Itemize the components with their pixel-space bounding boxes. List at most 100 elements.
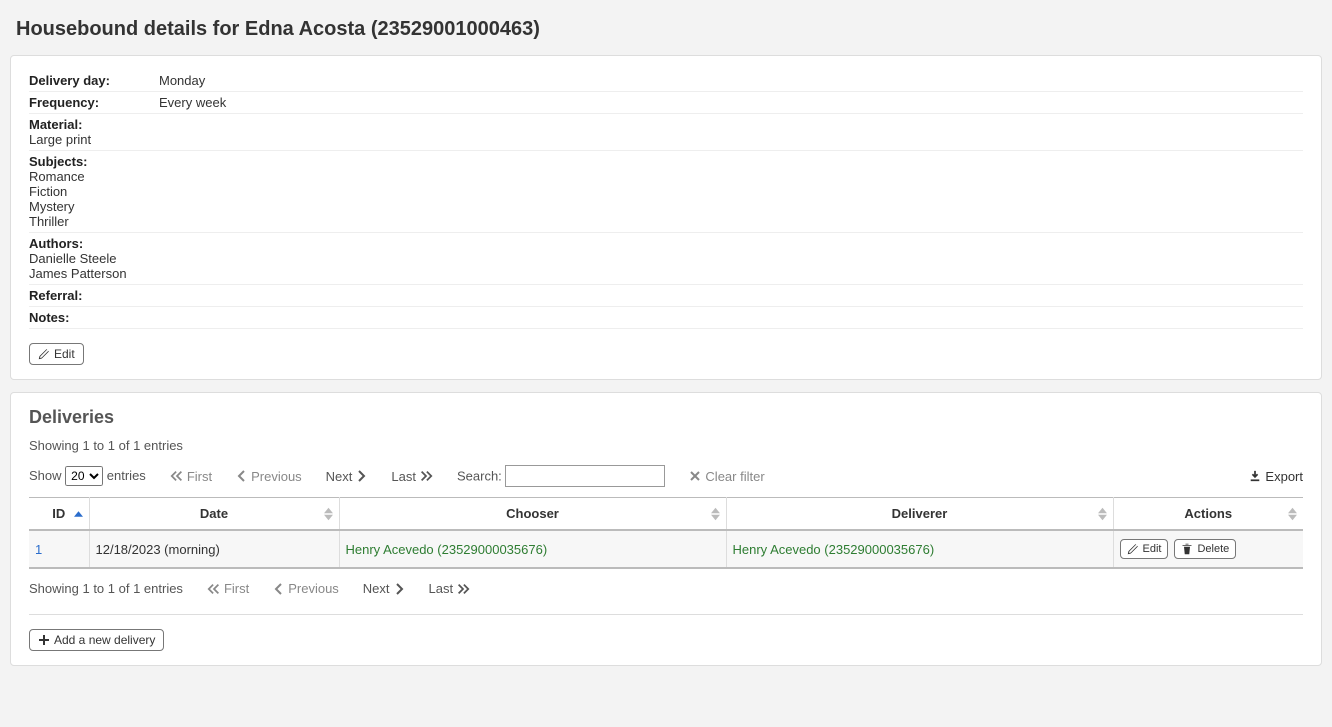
chevron-left-icon (236, 470, 248, 482)
row-delete-label: Delete (1197, 544, 1229, 555)
pager-next-label: Next (326, 469, 353, 484)
detail-row-notes: Notes: (29, 307, 1303, 329)
col-id[interactable]: ID (29, 498, 89, 531)
pencil-icon (1127, 543, 1139, 555)
col-deliverer-label: Deliverer (892, 506, 948, 521)
sort-icon (1288, 507, 1297, 520)
edit-detail-label: Edit (54, 348, 75, 360)
pencil-icon (38, 348, 50, 360)
detail-row-referral: Referral: (29, 285, 1303, 307)
page-length-control: Show 20 entries (29, 466, 146, 486)
page-length-select[interactable]: 20 (65, 466, 103, 486)
showing-entries-bottom: Showing 1 to 1 of 1 entries (29, 581, 183, 596)
col-chooser-label: Chooser (506, 506, 559, 521)
export-button[interactable]: Export (1249, 469, 1303, 484)
deliverer-link[interactable]: Henry Acevedo (23529000035676) (733, 542, 935, 557)
subject-item: Mystery (29, 199, 1303, 214)
author-item: James Patterson (29, 266, 1303, 281)
pager-first-label: First (224, 581, 249, 596)
detail-label: Material: (29, 117, 159, 132)
pager-previous-label: Previous (251, 469, 302, 484)
page-title: Housebound details for Edna Acosta (2352… (16, 18, 1322, 41)
sort-icon (74, 511, 83, 517)
detail-row-subjects: Subjects: Romance Fiction Mystery Thrill… (29, 151, 1303, 233)
chevron-left-icon (273, 583, 285, 595)
pager-previous-label: Previous (288, 581, 339, 596)
show-label-right: entries (107, 468, 146, 483)
export-label: Export (1265, 469, 1303, 484)
search-control: Search: (457, 465, 665, 487)
subject-item: Thriller (29, 214, 1303, 229)
cell-date: 12/18/2023 (morning) (89, 530, 339, 568)
col-date-label: Date (200, 506, 228, 521)
detail-value: Monday (159, 73, 205, 88)
search-input[interactable] (505, 465, 665, 487)
pager-last-bottom[interactable]: Last (429, 581, 471, 596)
add-delivery-label: Add a new delivery (54, 634, 155, 646)
pager-first-bottom[interactable]: First (207, 581, 249, 596)
pager-first[interactable]: First (170, 469, 212, 484)
close-icon (689, 470, 701, 482)
chevron-double-left-icon (170, 470, 184, 482)
divider (29, 614, 1303, 615)
sort-icon (711, 507, 720, 520)
col-chooser[interactable]: Chooser (339, 498, 726, 531)
detail-row-delivery-day: Delivery day: Monday (29, 70, 1303, 92)
detail-row-authors: Authors: Danielle Steele James Patterson (29, 233, 1303, 285)
pager-previous[interactable]: Previous (236, 469, 302, 484)
chevron-right-icon (393, 583, 405, 595)
detail-label: Notes: (29, 310, 159, 325)
pager-last-label: Last (391, 469, 416, 484)
authors-list: Danielle Steele James Patterson (29, 251, 1303, 281)
detail-value: Large print (29, 132, 1303, 147)
pager-previous-bottom[interactable]: Previous (273, 581, 339, 596)
subjects-list: Romance Fiction Mystery Thriller (29, 169, 1303, 229)
show-label-left: Show (29, 468, 62, 483)
detail-label: Subjects: (29, 154, 159, 169)
detail-label: Delivery day: (29, 73, 159, 88)
cell-id[interactable]: 1 (29, 530, 89, 568)
detail-label: Frequency: (29, 95, 159, 110)
pager-last-label: Last (429, 581, 454, 596)
detail-row-material: Material: Large print (29, 114, 1303, 151)
row-edit-button[interactable]: Edit (1120, 539, 1169, 559)
detail-label: Referral: (29, 288, 159, 303)
col-deliverer[interactable]: Deliverer (726, 498, 1113, 531)
download-icon (1249, 470, 1261, 482)
chevron-double-left-icon (207, 583, 221, 595)
plus-icon (38, 634, 50, 646)
col-actions[interactable]: Actions (1113, 498, 1303, 531)
search-label: Search: (457, 469, 502, 484)
table-footer-controls: Showing 1 to 1 of 1 entries First Previo… (29, 581, 1303, 596)
edit-detail-button[interactable]: Edit (29, 343, 84, 365)
pager-last[interactable]: Last (391, 469, 433, 484)
table-controls: Show 20 entries First Previous Next Last… (29, 465, 1303, 487)
col-date[interactable]: Date (89, 498, 339, 531)
row-delete-button[interactable]: Delete (1174, 539, 1236, 559)
clear-filter-label: Clear filter (705, 469, 764, 484)
trash-icon (1181, 543, 1193, 555)
col-id-label: ID (52, 506, 65, 521)
col-actions-label: Actions (1184, 506, 1232, 521)
chevron-double-right-icon (456, 583, 470, 595)
subject-item: Fiction (29, 184, 1303, 199)
sort-icon (324, 507, 333, 520)
pager-first-label: First (187, 469, 212, 484)
sort-icon (1098, 507, 1107, 520)
chooser-link[interactable]: Henry Acevedo (23529000035676) (346, 542, 548, 557)
table-row: 1 12/18/2023 (morning) Henry Acevedo (23… (29, 530, 1303, 568)
row-edit-label: Edit (1143, 544, 1162, 555)
pager-next-bottom[interactable]: Next (363, 581, 405, 596)
detail-panel: Delivery day: Monday Frequency: Every we… (10, 55, 1322, 380)
author-item: Danielle Steele (29, 251, 1303, 266)
showing-entries-top: Showing 1 to 1 of 1 entries (29, 438, 1303, 453)
detail-row-frequency: Frequency: Every week (29, 92, 1303, 114)
add-delivery-button[interactable]: Add a new delivery (29, 629, 164, 651)
deliveries-panel: Deliveries Showing 1 to 1 of 1 entries S… (10, 392, 1322, 666)
pager-next-label: Next (363, 581, 390, 596)
subject-item: Romance (29, 169, 1303, 184)
deliveries-table: ID Date Chooser (29, 497, 1303, 569)
pager-next[interactable]: Next (326, 469, 368, 484)
clear-filter-button[interactable]: Clear filter (689, 469, 764, 484)
chevron-right-icon (355, 470, 367, 482)
